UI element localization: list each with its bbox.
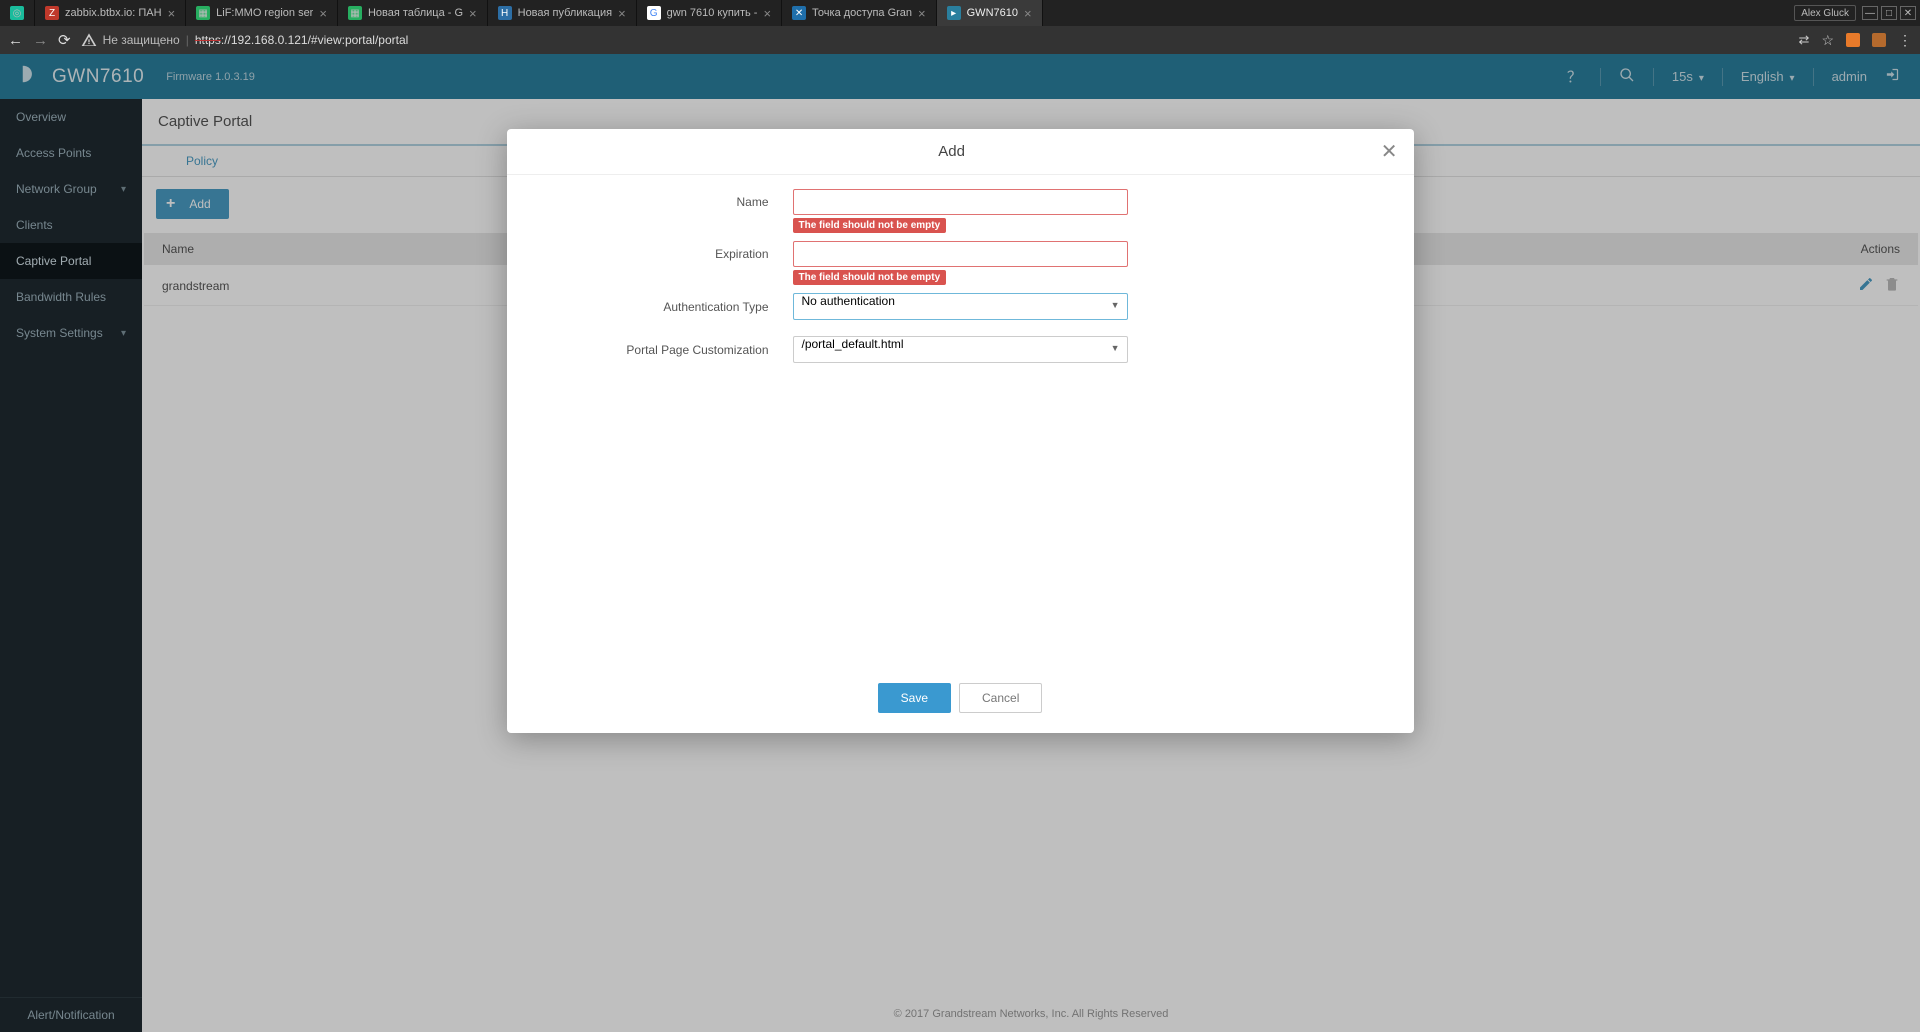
error-row-name: The field should not be empty bbox=[537, 218, 1384, 233]
browser-tab[interactable]: Ggwn 7610 купить - × bbox=[637, 0, 782, 26]
url-protocol: https bbox=[195, 33, 221, 47]
favicon-icon: ▦ bbox=[348, 6, 362, 20]
insecure-label: Не защищено bbox=[103, 33, 180, 47]
close-icon[interactable]: × bbox=[763, 6, 771, 21]
url-area[interactable]: Не защищено | https://192.168.0.121/#vie… bbox=[81, 32, 1789, 48]
toolbar-right: ⇄ ☆ ⋮ bbox=[1799, 32, 1912, 49]
url-text: ://192.168.0.121/#view:portal/portal bbox=[221, 33, 408, 47]
close-icon[interactable]: × bbox=[618, 6, 626, 21]
error-row-expiration: The field should not be empty bbox=[537, 270, 1384, 285]
modal-footer: Save Cancel bbox=[507, 669, 1414, 733]
browser-tab[interactable]: ✕ Точка доступа Gran × bbox=[782, 0, 937, 26]
bookmark-star-icon[interactable]: ☆ bbox=[1821, 32, 1834, 49]
close-icon[interactable]: × bbox=[319, 6, 327, 21]
close-window-icon[interactable]: ✕ bbox=[1900, 6, 1916, 20]
window-controls: — □ ✕ bbox=[1862, 6, 1916, 20]
favicon-icon: ▦ bbox=[196, 6, 210, 20]
error-badge: The field should not be empty bbox=[793, 270, 947, 285]
favicon-icon: G bbox=[647, 6, 661, 20]
close-icon[interactable]: ✕ bbox=[1381, 139, 1398, 164]
portal-page-select[interactable]: /portal_default.html bbox=[793, 336, 1128, 363]
tab-title: Новая публикация bbox=[518, 7, 612, 19]
form-row-name: Name bbox=[537, 189, 1384, 215]
browser-tab[interactable]: ▦ Новая таблица - G × bbox=[338, 0, 488, 26]
translate-icon[interactable]: ⇄ bbox=[1799, 32, 1810, 48]
form-row-expiration: Expiration bbox=[537, 241, 1384, 267]
menu-dots-icon[interactable]: ⋮ bbox=[1898, 32, 1912, 49]
maximize-icon[interactable]: □ bbox=[1881, 6, 1897, 20]
favicon-icon: ▸ bbox=[947, 6, 961, 20]
browser-tab[interactable]: H Новая публикация × bbox=[488, 0, 637, 26]
favicon-icon: ◎ bbox=[10, 6, 24, 20]
extension-icon[interactable] bbox=[1846, 33, 1860, 47]
browser-tab[interactable]: ▦ LiF:MMO region ser × bbox=[186, 0, 338, 26]
auth-type-select[interactable]: No authentication bbox=[793, 293, 1128, 320]
browser-user-label[interactable]: Alex Gluck bbox=[1794, 5, 1856, 21]
label-portal-page: Portal Page Customization bbox=[537, 343, 793, 357]
modal-overlay: Add ✕ Name The field should not be empty… bbox=[0, 54, 1920, 1032]
name-input[interactable] bbox=[793, 189, 1128, 215]
extension-icon[interactable] bbox=[1872, 33, 1886, 47]
label-expiration: Expiration bbox=[537, 247, 793, 261]
browser-tab-active[interactable]: ▸ GWN7610 × bbox=[937, 0, 1043, 26]
browser-tab[interactable]: Zzabbix.btbx.io: ПАН × bbox=[35, 0, 186, 26]
favicon-icon: H bbox=[498, 6, 512, 20]
favicon-icon: Z bbox=[45, 6, 59, 20]
close-icon[interactable]: × bbox=[1024, 6, 1032, 21]
address-bar: ← → ⟳ Не защищено | https://192.168.0.12… bbox=[0, 26, 1920, 54]
tab-title: Новая таблица - G bbox=[368, 7, 463, 19]
app-root: GWN7610 Firmware 1.0.3.19 ？ 15s▾ English… bbox=[0, 54, 1920, 1032]
add-modal: Add ✕ Name The field should not be empty… bbox=[507, 129, 1414, 733]
browser-tabs: ◎ Zzabbix.btbx.io: ПАН × ▦ LiF:MMO region … bbox=[0, 0, 1920, 26]
form-row-auth-type: Authentication Type No authentication bbox=[537, 293, 1384, 320]
error-badge: The field should not be empty bbox=[793, 218, 947, 233]
close-icon[interactable]: × bbox=[168, 6, 176, 21]
tab-title: GWN7610 bbox=[967, 7, 1018, 19]
save-button[interactable]: Save bbox=[878, 683, 951, 713]
tab-title: Точка доступа Gran bbox=[812, 7, 912, 19]
separator: | bbox=[186, 33, 189, 47]
modal-header: Add ✕ bbox=[507, 129, 1414, 175]
modal-body: Name The field should not be empty Expir… bbox=[507, 175, 1414, 669]
insecure-warning-icon bbox=[81, 32, 97, 48]
modal-title: Add bbox=[523, 143, 1381, 160]
close-icon[interactable]: × bbox=[918, 6, 926, 21]
minimize-icon[interactable]: — bbox=[1862, 6, 1878, 20]
browser-chrome: ◎ Zzabbix.btbx.io: ПАН × ▦ LiF:MMO region … bbox=[0, 0, 1920, 54]
cancel-button[interactable]: Cancel bbox=[959, 683, 1042, 713]
tab-title: LiF:MMO region ser bbox=[216, 7, 313, 19]
reload-icon[interactable]: ⟳ bbox=[58, 31, 71, 49]
tab-title: zabbix.btbx.io: ПАН bbox=[65, 7, 162, 19]
label-auth-type: Authentication Type bbox=[537, 300, 793, 314]
forward-icon: → bbox=[33, 32, 48, 49]
label-name: Name bbox=[537, 195, 793, 209]
form-row-portal-page: Portal Page Customization /portal_defaul… bbox=[537, 336, 1384, 363]
tab-title: gwn 7610 купить - bbox=[667, 7, 758, 19]
favicon-icon: ✕ bbox=[792, 6, 806, 20]
back-icon[interactable]: ← bbox=[8, 32, 23, 49]
close-icon[interactable]: × bbox=[469, 6, 477, 21]
expiration-input[interactable] bbox=[793, 241, 1128, 267]
system-tab[interactable]: ◎ bbox=[0, 0, 35, 26]
